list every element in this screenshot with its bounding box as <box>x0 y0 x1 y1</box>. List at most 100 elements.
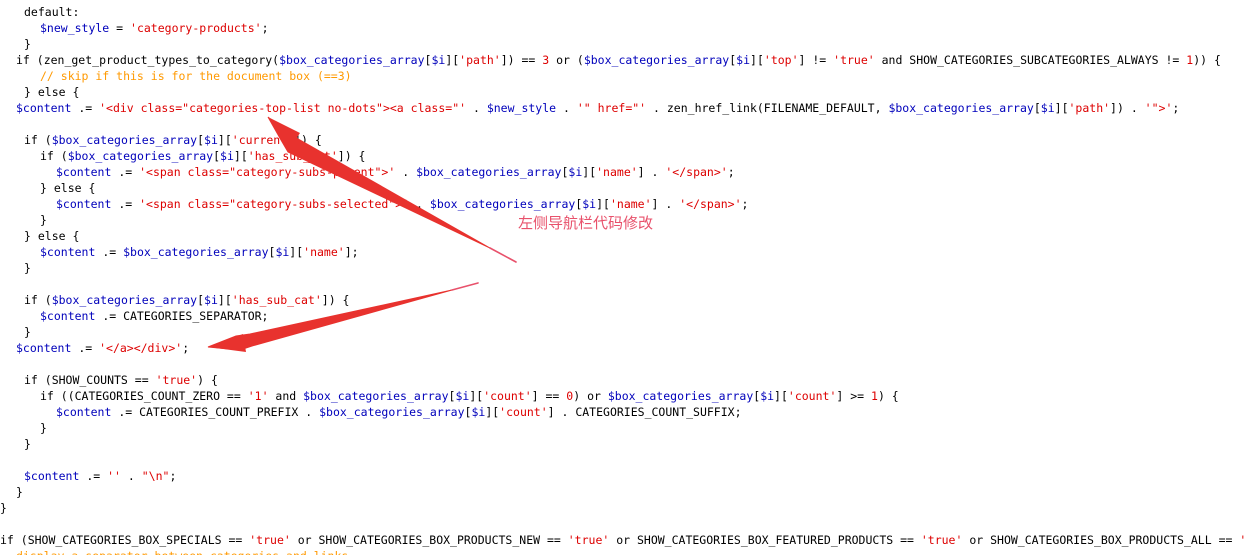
code-token-str: 'count' <box>483 389 532 403</box>
code-token-default: [ <box>197 133 205 147</box>
code-token-default: . <box>556 101 577 115</box>
code-token-default: ][ <box>233 149 248 163</box>
code-token-str: '</span>' <box>665 165 728 179</box>
code-token-default: } <box>16 485 23 499</box>
code-token-var: $content <box>56 197 112 211</box>
code-token-default: ]) . <box>1110 101 1145 115</box>
code-token-default: or SHOW_CATEGORIES_BOX_PRODUCTS_ALL == <box>962 533 1240 547</box>
code-token-default: or SHOW_CATEGORIES_BOX_FEATURED_PRODUCTS… <box>609 533 921 547</box>
code-token-default: ]) { <box>294 133 322 147</box>
code-token-str: '<span class="category-subs-selected">' <box>139 197 410 211</box>
code-token-str: 'top' <box>763 53 799 67</box>
code-token-comment: // skip if this is for the document box … <box>40 69 352 83</box>
code-token-default: if ( <box>24 293 52 307</box>
code-line[interactable]: } else { <box>0 228 79 244</box>
code-line[interactable]: // skip if this is for the document box … <box>0 68 352 84</box>
code-token-default: ][ <box>289 245 304 259</box>
code-token-var: $box_categories_array <box>51 133 198 147</box>
code-token-default: ][ <box>217 133 232 147</box>
code-token-default: } else { <box>24 229 80 243</box>
code-token-default: = <box>109 21 131 35</box>
code-line[interactable]: } else { <box>0 84 79 100</box>
code-line[interactable]: } <box>0 36 31 52</box>
code-line[interactable]: if ($box_categories_array[$i]['current']… <box>0 132 322 148</box>
code-token-default: ] . CATEGORIES_COUNT_SUFFIX; <box>547 405 742 419</box>
code-token-default: if (SHOW_COUNTS == <box>24 373 156 387</box>
code-line[interactable]: } else { <box>0 180 95 196</box>
code-line[interactable]: } <box>0 484 23 500</box>
code-token-default: ; <box>261 21 269 35</box>
code-line[interactable]: $content .= '' . "\n"; <box>0 468 176 484</box>
code-line[interactable]: $new_style = 'category-products'; <box>0 20 269 36</box>
code-token-var: $box_categories_array <box>51 293 198 307</box>
code-line[interactable]: } <box>0 420 47 436</box>
code-line[interactable]: } <box>0 324 31 340</box>
code-token-var: $i <box>204 133 218 147</box>
code-token-str: 'path' <box>459 53 501 67</box>
code-line[interactable]: $content .= '<span class="category-subs-… <box>0 196 748 212</box>
code-line[interactable]: if (SHOW_CATEGORIES_BOX_SPECIALS == 'tru… <box>0 532 1246 548</box>
code-token-var: $box_categories_array <box>416 165 562 179</box>
code-token-default: ]) { <box>321 293 350 307</box>
code-line[interactable]: if ($box_categories_array[$i]['has_sub_c… <box>0 148 365 164</box>
code-line[interactable]: if ((CATEGORIES_COUNT_ZERO == '1' and $b… <box>0 388 899 404</box>
code-token-default: .= <box>79 469 108 483</box>
code-line[interactable]: $content .= CATEGORIES_SEPARATOR; <box>0 308 268 324</box>
code-token-str: 'has_sub_cat' <box>231 293 322 307</box>
code-token-default: } else { <box>24 85 80 99</box>
code-token-str: 'true' <box>920 533 963 547</box>
code-token-default: ; <box>182 341 190 355</box>
code-token-default: . <box>409 197 430 211</box>
code-token-default: } else { <box>40 181 96 195</box>
code-token-str: 'true' <box>249 533 291 547</box>
code-token-str: 'has_sub_cat' <box>247 149 338 163</box>
code-token-default: ] . <box>637 165 666 179</box>
code-line[interactable]: } <box>0 212 47 228</box>
code-token-str: ' <box>1239 533 1247 547</box>
code-line[interactable]: $content .= $box_categories_array[$i]['n… <box>0 244 359 260</box>
code-token-var: $box_categories_array <box>319 405 465 419</box>
code-line[interactable]: } <box>0 260 31 276</box>
code-viewer[interactable]: default: $new_style = 'category-products'… <box>0 0 1256 555</box>
code-line[interactable]: if ($box_categories_array[$i]['has_sub_c… <box>0 292 349 308</box>
code-line[interactable]: if (SHOW_COUNTS == 'true') { <box>0 372 218 388</box>
code-token-default: .= <box>71 341 100 355</box>
code-token-default: [ <box>213 149 221 163</box>
code-token-var: $i <box>220 149 234 163</box>
code-token-default: .= CATEGORIES_COUNT_PREFIX . <box>111 405 320 419</box>
code-line[interactable]: $content .= '<span class="category-subs-… <box>0 164 735 180</box>
code-token-comment: display a separator between categories a… <box>16 549 348 555</box>
code-line[interactable]: $content .= '<div class="categories-top-… <box>0 100 1179 116</box>
code-token-default: ]; <box>344 245 359 259</box>
code-token-default: )) { <box>1193 53 1221 67</box>
code-line[interactable]: $content .= CATEGORIES_COUNT_PREFIX . $b… <box>0 404 742 420</box>
code-token-default: .= <box>95 245 124 259</box>
code-line[interactable]: display a separator between categories a… <box>0 548 348 555</box>
code-token-str: 'path' <box>1068 101 1111 115</box>
code-token-default: and SHOW_CATEGORIES_SUBCATEGORIES_ALWAYS… <box>874 53 1187 67</box>
code-token-default: [ <box>1033 101 1041 115</box>
code-token-default: ] != <box>798 53 834 67</box>
code-line[interactable]: } <box>0 436 31 452</box>
code-token-var: $i <box>760 389 775 403</box>
code-token-str: 'true' <box>155 373 198 387</box>
code-line[interactable]: if (zen_get_product_types_to_category($b… <box>0 52 1221 68</box>
code-token-var: $content <box>40 245 96 259</box>
code-token-default: . <box>120 469 142 483</box>
code-token-default: ] >= <box>836 389 871 403</box>
code-token-str: '1' <box>247 389 269 403</box>
code-token-default: } <box>24 261 31 275</box>
code-token-var: $box_categories_array <box>67 149 214 163</box>
code-token-var: $content <box>24 469 80 483</box>
code-token-var: $i <box>275 245 290 259</box>
code-line[interactable]: $content .= '</a></div>'; <box>0 340 189 356</box>
code-token-var: $content <box>56 405 112 419</box>
code-token-default: if (zen_get_product_types_to_category( <box>16 53 280 67</box>
code-line[interactable]: default: <box>0 4 79 20</box>
code-token-var: $i <box>431 53 446 67</box>
code-token-var: $box_categories_array <box>123 245 269 259</box>
code-line[interactable]: } <box>0 500 7 516</box>
code-token-str: 'name' <box>303 245 345 259</box>
code-token-var: $new_style <box>486 101 557 115</box>
code-token-default: ][ <box>582 165 597 179</box>
